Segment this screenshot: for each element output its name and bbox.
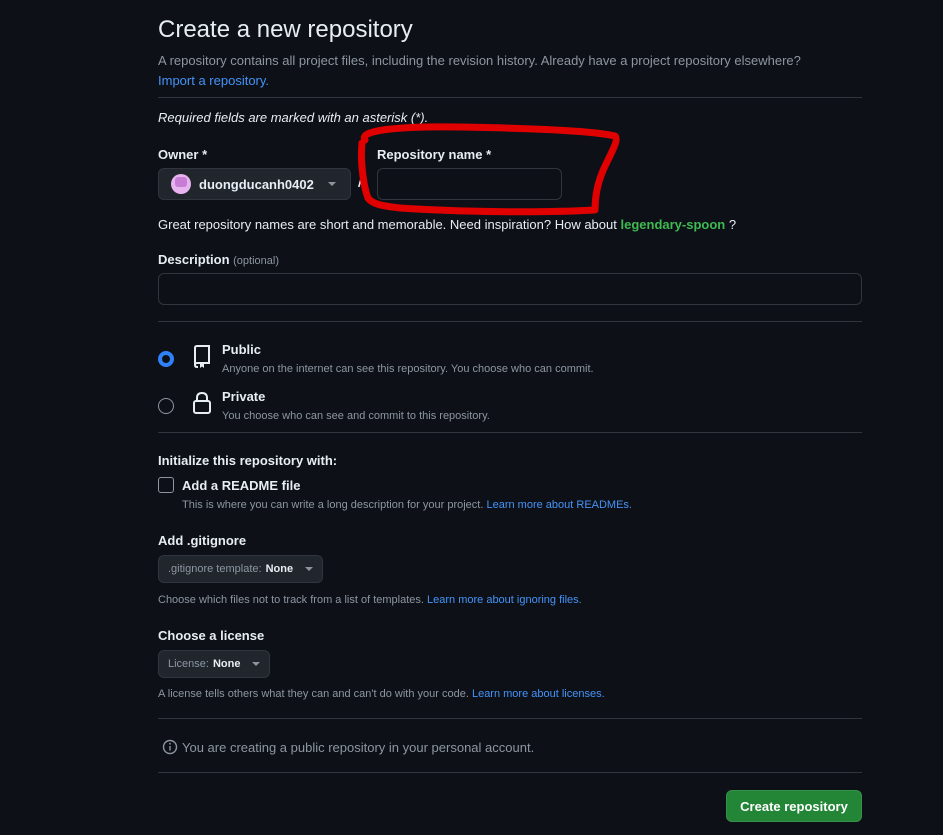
chevron-down-icon xyxy=(305,567,314,571)
readme-learn-more-link[interactable]: Learn more about READMEs. xyxy=(486,499,632,511)
page-subtitle: A repository contains all project files,… xyxy=(158,51,858,91)
private-label: Private xyxy=(222,389,266,404)
gitignore-learn-more-link[interactable]: Learn more about ignoring files. xyxy=(427,594,582,606)
divider xyxy=(158,718,862,719)
public-description: Anyone on the internet can see this repo… xyxy=(222,363,594,375)
gitignore-select-value: None xyxy=(265,563,294,575)
info-icon xyxy=(162,739,178,755)
private-radio[interactable] xyxy=(158,398,174,414)
description-label-text: Description xyxy=(158,252,230,267)
info-note: You are creating a public repository in … xyxy=(162,739,534,755)
init-heading: Initialize this repository with: xyxy=(158,453,338,468)
gitignore-select[interactable]: .gitignore template: None xyxy=(158,555,324,583)
divider xyxy=(158,432,862,433)
license-select[interactable]: License: None xyxy=(158,650,271,678)
readme-label[interactable]: Add a README file xyxy=(182,478,300,493)
license-select-prefix: License: xyxy=(168,658,209,670)
readme-desc-text: This is where you can write a long descr… xyxy=(182,499,484,511)
divider xyxy=(158,97,862,98)
private-description: You choose who can see and commit to thi… xyxy=(222,410,490,422)
owner-label: Owner * xyxy=(158,147,208,162)
suggested-name-link[interactable]: legendary-spoon xyxy=(620,217,725,232)
readme-checkbox[interactable] xyxy=(158,477,174,493)
gitignore-description: Choose which files not to track from a l… xyxy=(158,594,582,606)
create-repository-button[interactable]: Create repository xyxy=(726,790,862,822)
divider xyxy=(158,772,862,773)
repo-name-input[interactable] xyxy=(377,168,562,200)
chevron-down-icon xyxy=(327,182,336,186)
avatar xyxy=(171,174,191,194)
owner-select[interactable]: duongducanh0402 xyxy=(158,168,351,200)
import-repository-link[interactable]: Import a repository. xyxy=(158,73,269,88)
chevron-down-icon xyxy=(252,662,261,666)
owner-value: duongducanh0402 xyxy=(199,176,314,192)
subtitle-text: A repository contains all project files,… xyxy=(158,53,801,68)
public-radio[interactable] xyxy=(158,351,174,367)
gitignore-select-prefix: .gitignore template: xyxy=(168,563,262,575)
license-learn-more-link[interactable]: Learn more about licenses. xyxy=(472,688,605,700)
gitignore-heading: Add .gitignore xyxy=(158,533,247,548)
info-note-text: You are creating a public repository in … xyxy=(182,739,535,755)
description-label: Description (optional) xyxy=(158,252,279,267)
inspiration-text: Great repository names are short and mem… xyxy=(158,217,617,232)
license-desc-text: A license tells others what they can and… xyxy=(158,688,469,700)
page-title: Create a new repository xyxy=(158,16,413,43)
description-input[interactable] xyxy=(158,273,862,305)
readme-description: This is where you can write a long descr… xyxy=(182,499,632,511)
required-note: Required fields are marked with an aster… xyxy=(158,110,429,125)
license-heading: Choose a license xyxy=(158,628,265,643)
public-label: Public xyxy=(222,342,262,357)
license-description: A license tells others what they can and… xyxy=(158,688,605,700)
lock-icon xyxy=(193,391,211,414)
optional-hint: (optional) xyxy=(233,255,279,267)
owner-repo-separator: / xyxy=(358,170,364,192)
name-inspiration: Great repository names are short and mem… xyxy=(158,217,736,232)
repo-icon xyxy=(194,345,210,368)
divider xyxy=(158,321,862,322)
inspiration-suffix: ? xyxy=(728,217,737,232)
repo-name-label: Repository name * xyxy=(377,147,492,162)
license-select-value: None xyxy=(212,658,241,670)
gitignore-desc-text: Choose which files not to track from a l… xyxy=(158,594,424,606)
